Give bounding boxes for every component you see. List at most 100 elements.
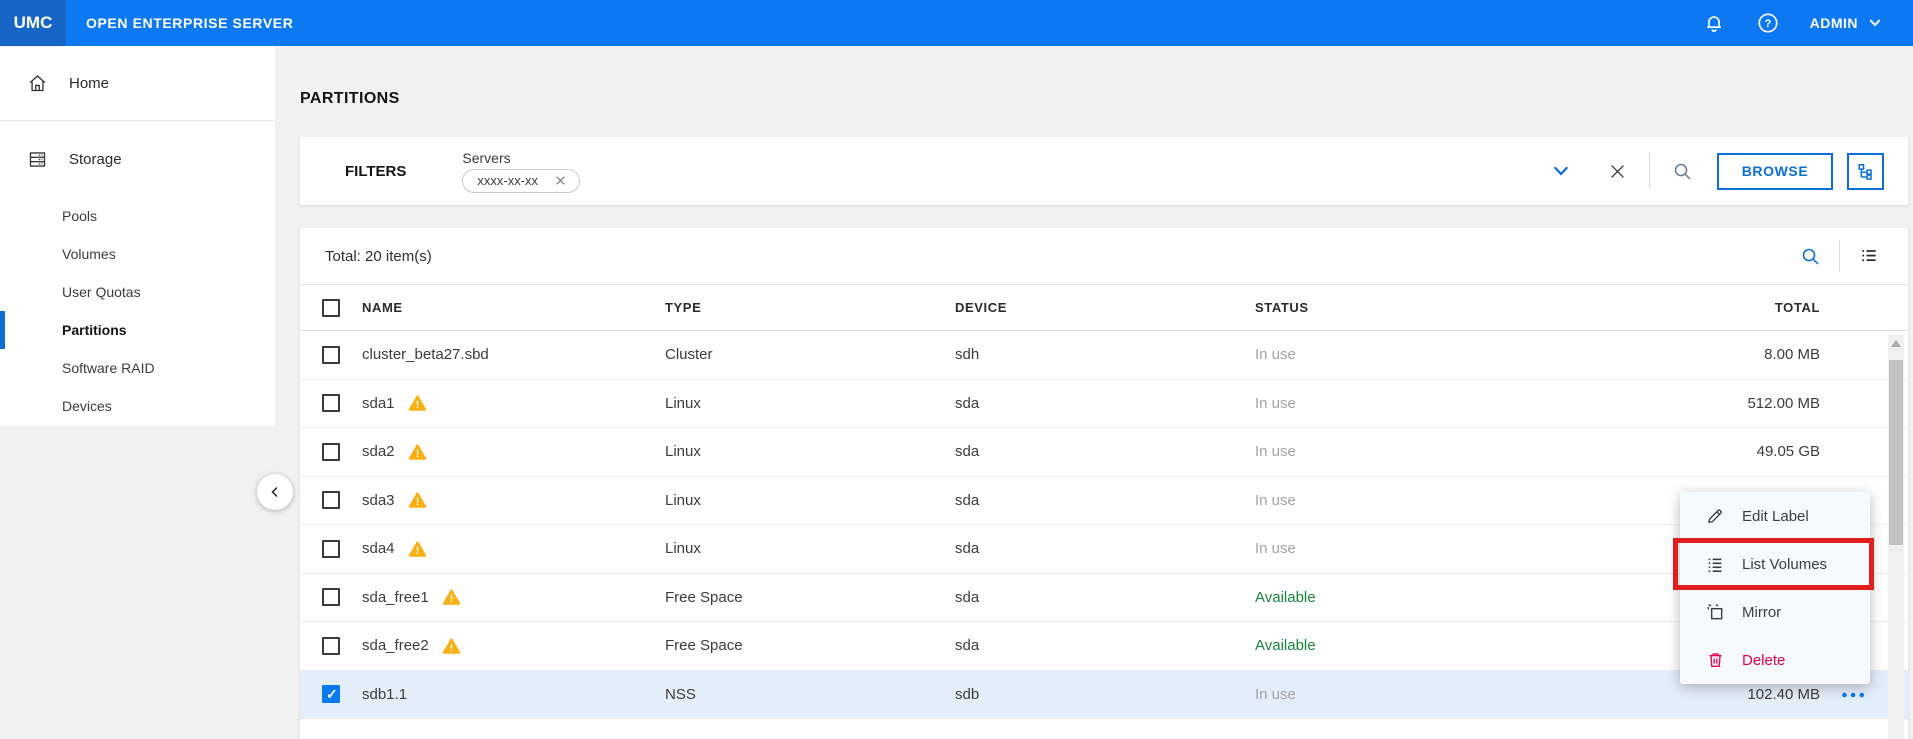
pencil-icon	[1704, 506, 1726, 526]
sidebar-item-volumes[interactable]: Volumes	[0, 235, 275, 273]
help-icon[interactable]: ?	[1756, 11, 1780, 35]
warning-icon	[408, 443, 427, 461]
row-actions-ellipsis-icon[interactable]	[1841, 686, 1867, 703]
menu-item-delete[interactable]: Delete	[1680, 636, 1870, 684]
sidebar-item-software-raid[interactable]: Software RAID	[0, 349, 275, 387]
table-search-icon[interactable]	[1800, 246, 1821, 267]
partition-name: cluster_beta27.sbd	[362, 346, 489, 363]
sidebar-item-label: Volumes	[62, 246, 116, 262]
server-filter-chip[interactable]: xxxx-xx-xx	[462, 169, 580, 193]
menu-item-label: Edit Label	[1742, 508, 1809, 525]
vertical-scrollbar[interactable]	[1888, 335, 1904, 739]
chip-remove-icon[interactable]	[554, 174, 567, 187]
partition-device: sda	[955, 540, 1255, 557]
sidebar-item-devices[interactable]: Devices	[0, 387, 275, 425]
select-all-checkbox[interactable]	[322, 299, 340, 317]
partition-name: sda2	[362, 443, 395, 460]
table-row[interactable]: sda_free1 Free Space sda Available	[300, 574, 1908, 623]
partition-name: sda3	[362, 492, 395, 509]
server-filter-chip-value: xxxx-xx-xx	[477, 173, 538, 188]
partition-name: sda_free2	[362, 637, 429, 654]
partition-status: Available	[1255, 589, 1600, 606]
page-title: PARTITIONS	[300, 90, 400, 108]
partition-type: Linux	[665, 395, 955, 412]
table-toolbar-actions	[1800, 240, 1908, 272]
partition-total: 102.40 MB	[1600, 686, 1820, 703]
partition-status: In use	[1255, 346, 1600, 363]
row-checkbox[interactable]	[322, 588, 340, 606]
row-checkbox[interactable]	[322, 491, 340, 509]
partition-status: In use	[1255, 443, 1600, 460]
partition-status: In use	[1255, 492, 1600, 509]
menu-item-mirror[interactable]: Mirror	[1680, 588, 1870, 636]
scrollbar-thumb[interactable]	[1889, 360, 1903, 545]
row-checkbox[interactable]	[322, 346, 340, 364]
filter-bar-actions: BROWSE	[1550, 153, 1908, 190]
servers-filter: Servers xxxx-xx-xx	[462, 150, 580, 193]
partition-status: In use	[1255, 395, 1600, 412]
tree-view-button[interactable]	[1847, 153, 1884, 190]
partition-name: sda_free1	[362, 589, 429, 606]
sidebar-item-home[interactable]: Home	[0, 46, 275, 121]
menu-item-label: Delete	[1742, 652, 1785, 669]
product-name: OPEN ENTERPRISE SERVER	[86, 15, 293, 31]
table-row[interactable]: sda2 Linux sda In use 49.05 GB	[300, 428, 1908, 477]
table-body: cluster_beta27.sbd Cluster sdh In use 8.…	[300, 331, 1908, 719]
mirror-icon	[1704, 602, 1726, 622]
sidebar-item-label: Partitions	[62, 322, 127, 338]
partition-status: In use	[1255, 540, 1600, 557]
partition-type: Linux	[665, 540, 955, 557]
table-row[interactable]: sda3 Linux sda In use	[300, 477, 1908, 526]
sidebar-collapse-button[interactable]	[257, 474, 293, 510]
table-row[interactable]: sda_free2 Free Space sda Available	[300, 622, 1908, 671]
partition-type: Free Space	[665, 589, 955, 606]
home-icon	[27, 73, 48, 94]
column-header-device[interactable]: DEVICE	[955, 300, 1255, 315]
filter-bar: FILTERS Servers xxxx-xx-xx BROWSE	[300, 137, 1908, 205]
sidebar-item-label: Pools	[62, 208, 97, 224]
partition-status: In use	[1255, 686, 1600, 703]
scrollbar-up-arrow[interactable]	[1891, 340, 1901, 347]
column-header-status[interactable]: STATUS	[1255, 300, 1600, 315]
partition-device: sda	[955, 492, 1255, 509]
menu-item-label: Mirror	[1742, 604, 1781, 621]
menu-item-edit-label[interactable]: Edit Label	[1680, 492, 1870, 540]
sidebar-item-storage[interactable]: Storage	[0, 121, 275, 197]
row-checkbox[interactable]	[322, 443, 340, 461]
table-row[interactable]: sda4 Linux sda In use	[300, 525, 1908, 574]
table-row[interactable]: sda1 Linux sda In use 512.00 MB	[300, 380, 1908, 429]
bell-icon[interactable]	[1702, 11, 1726, 35]
user-menu[interactable]: ADMIN	[1810, 15, 1883, 31]
filter-search-icon[interactable]	[1672, 161, 1693, 182]
sidebar-item-label: User Quotas	[62, 284, 141, 300]
sidebar-item-partitions[interactable]: Partitions	[0, 311, 275, 349]
sidebar-item-pools[interactable]: Pools	[0, 197, 275, 235]
browse-button[interactable]: BROWSE	[1717, 153, 1833, 190]
sidebar-menu: Home Storage Pools Volumes User Quotas P…	[0, 46, 275, 426]
partition-type: Linux	[665, 492, 955, 509]
row-checkbox[interactable]	[322, 540, 340, 558]
list-view-icon[interactable]	[1858, 246, 1880, 266]
umc-logo[interactable]: UMC	[0, 0, 66, 46]
partition-status: Available	[1255, 637, 1600, 654]
sidebar-item-user-quotas[interactable]: User Quotas	[0, 273, 275, 311]
warning-icon	[442, 588, 461, 606]
partition-type: Linux	[665, 443, 955, 460]
trash-icon	[1704, 650, 1726, 670]
table-row[interactable]: cluster_beta27.sbd Cluster sdh In use 8.…	[300, 331, 1908, 380]
partition-name: sdb1.1	[362, 686, 407, 703]
divider	[1649, 153, 1650, 189]
table-row[interactable]: sdb1.1 NSS sdb In use 102.40 MB	[300, 671, 1908, 720]
column-header-total[interactable]: TOTAL	[1600, 300, 1820, 315]
row-checkbox[interactable]	[322, 637, 340, 655]
filter-clear-close-icon[interactable]	[1608, 162, 1627, 181]
filter-expand-chevron-down-icon[interactable]	[1550, 162, 1572, 180]
menu-item-list-volumes[interactable]: List Volumes	[1680, 540, 1870, 588]
partition-total: 512.00 MB	[1600, 395, 1820, 412]
chevron-left-icon	[269, 485, 281, 499]
row-checkbox[interactable]	[322, 394, 340, 412]
row-checkbox[interactable]	[322, 685, 340, 703]
list-icon	[1704, 555, 1726, 574]
column-header-type[interactable]: TYPE	[665, 300, 955, 315]
column-header-name[interactable]: NAME	[362, 300, 665, 315]
